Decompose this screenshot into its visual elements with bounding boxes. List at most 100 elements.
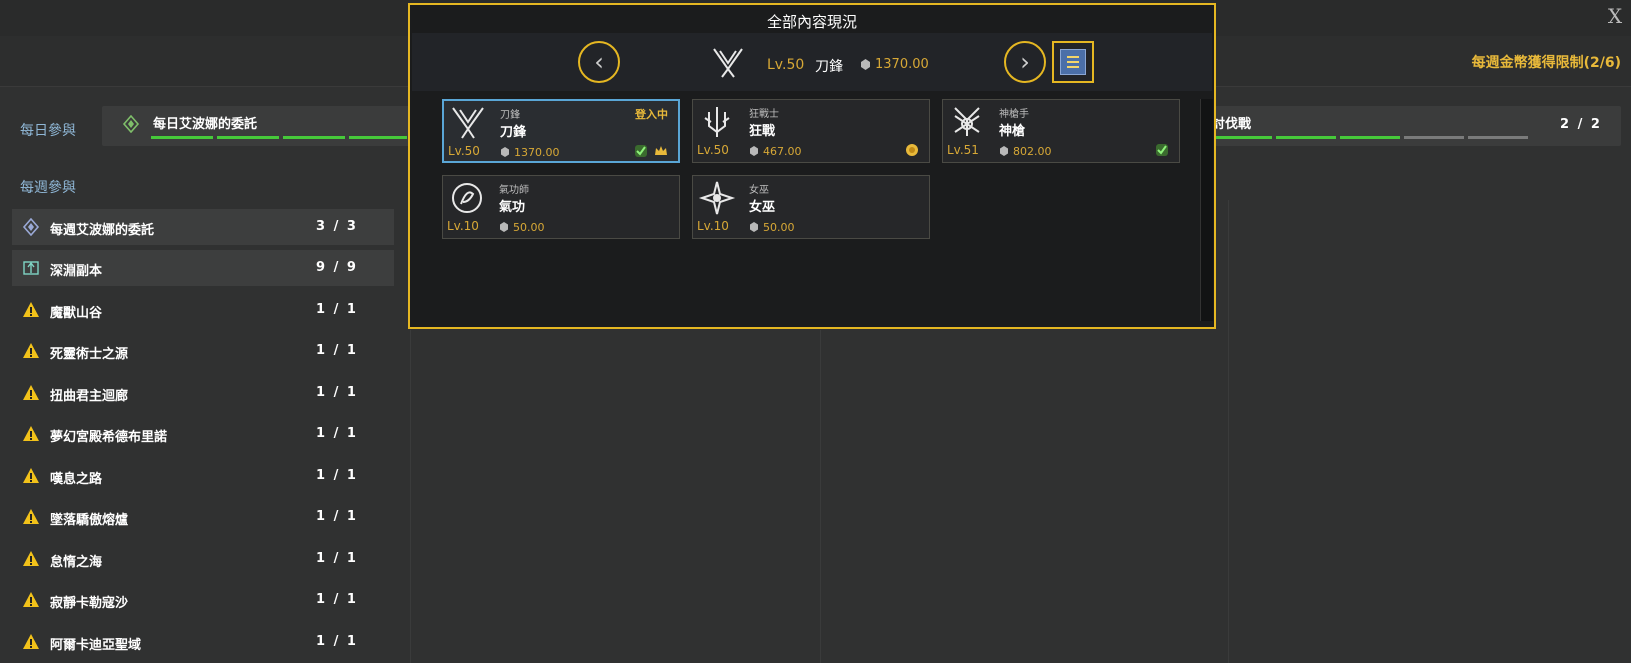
blade-class-icon	[713, 48, 743, 78]
prev-character-button[interactable]: ‹	[578, 41, 620, 83]
character-class: 氣功師	[499, 185, 529, 196]
chevron-left-icon: ‹	[594, 48, 604, 76]
weekly-gold-limit: 每週金幣獲得限制(2/6)	[1471, 55, 1621, 71]
warning-icon	[23, 302, 39, 317]
column-divider	[410, 330, 411, 663]
weekly-item-name: 阿爾卡迪亞聖域	[50, 638, 142, 653]
character-level: Lv.51	[947, 143, 979, 157]
abyss-icon	[23, 261, 39, 275]
weekly-list-item[interactable]: 死靈術士之源 1 / 1	[12, 333, 394, 369]
character-card[interactable]: 女巫 女巫 Lv.10 50.00	[692, 175, 930, 239]
item-level-icon	[501, 147, 509, 157]
item-level-icon	[750, 146, 758, 156]
warning-icon	[23, 385, 39, 400]
weekly-item-name: 深淵副本	[50, 264, 103, 279]
weekly-list-item[interactable]: 夢幻宮殿希德布里諾 1 / 1	[12, 416, 394, 452]
modal-title: 全部內容現況	[766, 13, 857, 31]
character-list-scrollbar[interactable]	[1200, 99, 1213, 321]
weekly-item-count: 1 / 1	[316, 343, 358, 358]
character-item-level: 50.00	[513, 221, 545, 234]
check-icon	[635, 145, 647, 157]
weekly-list-item[interactable]: 阿爾卡迪亞聖域 1 / 1	[12, 624, 394, 660]
soulfist-class-icon	[452, 183, 482, 213]
weekly-item-count: 1 / 1	[316, 302, 358, 317]
weekly-item-name: 寂靜卡勒寇沙	[50, 596, 129, 611]
weekly-item-name: 扭曲君主迴廊	[50, 389, 129, 404]
daily-progress-segment	[217, 136, 279, 139]
weekly-list-item[interactable]: 寂靜卡勒寇沙 1 / 1	[12, 582, 394, 618]
character-name: 氣功	[499, 200, 526, 215]
weekly-item-name: 魔獸山谷	[50, 306, 103, 321]
character-class: 女巫	[749, 185, 769, 196]
sorceress-class-icon	[698, 181, 736, 215]
weekly-item-name: 每週艾波娜的委託	[50, 223, 155, 238]
column-divider	[1228, 200, 1229, 663]
modal-character-header: ‹ Lv.50 刀鋒 1370.00 ›	[412, 33, 1212, 91]
weekly-item-count: 1 / 1	[316, 509, 358, 524]
warning-icon	[23, 634, 39, 649]
blade-class-icon	[452, 107, 484, 139]
character-level: Lv.50	[697, 143, 729, 157]
warning-icon	[23, 468, 39, 483]
column-divider	[820, 330, 821, 663]
character-level: Lv.10	[447, 219, 479, 233]
weekly-item-count: 1 / 1	[316, 592, 358, 607]
weekly-item-name: 夢幻宮殿希德布里諾	[50, 430, 168, 445]
daily-title: 每日艾波娜的委託	[153, 117, 258, 132]
daily-right-progress-segment	[1340, 136, 1400, 139]
item-level-icon	[500, 222, 508, 232]
weekly-item-count: 3 / 3	[316, 219, 358, 234]
weekly-list-item[interactable]: 魔獸山谷 1 / 1	[12, 292, 394, 328]
character-item-level: 50.00	[763, 221, 795, 234]
weekly-item-count: 1 / 1	[316, 385, 358, 400]
character-card[interactable]: 神槍手 神槍 Lv.51 802.00	[942, 99, 1180, 163]
list-icon	[1060, 49, 1086, 75]
warning-icon	[23, 509, 39, 524]
character-card[interactable]: 刀鋒 刀鋒 登入中 Lv.50 1370.00	[442, 99, 680, 163]
weekly-item-count: 9 / 9	[316, 260, 358, 275]
weekly-item-count: 1 / 1	[316, 634, 358, 649]
epona-icon	[22, 218, 40, 236]
item-level-icon	[861, 59, 870, 70]
daily-progress-segment	[349, 136, 407, 139]
epona-icon	[122, 115, 140, 133]
weekly-list-item[interactable]: 深淵副本 9 / 9	[12, 250, 394, 286]
next-character-button[interactable]: ›	[1004, 41, 1046, 83]
close-button[interactable]: X	[1605, 6, 1625, 26]
character-name: 神槍	[999, 124, 1026, 139]
character-list-menu-button[interactable]	[1052, 41, 1094, 83]
character-item-level: 467.00	[763, 145, 802, 158]
warning-icon	[23, 551, 39, 566]
weekly-item-name: 怠惰之海	[50, 555, 103, 570]
berserker-class-icon	[704, 107, 730, 137]
crown-icon	[655, 146, 667, 155]
weekly-list-item[interactable]: 嘆息之路 1 / 1	[12, 458, 394, 494]
weekly-list-item[interactable]: 怠惰之海 1 / 1	[12, 541, 394, 577]
weekly-item-count: 1 / 1	[316, 468, 358, 483]
weekly-list-item[interactable]: 扭曲君主迴廊 1 / 1	[12, 375, 394, 411]
character-level: Lv.50	[448, 144, 480, 158]
warning-icon	[23, 592, 39, 607]
character-item-level: 802.00	[1013, 145, 1052, 158]
gold-coin-icon	[906, 144, 918, 156]
login-status: 登入中	[635, 108, 668, 121]
weekly-list-item[interactable]: 每週艾波娜的委託 3 / 3	[12, 209, 394, 245]
warning-icon	[23, 426, 39, 441]
character-class: 刀鋒	[500, 110, 520, 121]
chevron-right-icon: ›	[1020, 48, 1030, 76]
daily-right-count: 2 / 2	[1560, 117, 1602, 132]
daily-section-label: 每日參與	[20, 123, 76, 139]
weekly-item-count: 1 / 1	[316, 551, 358, 566]
weekly-list-item[interactable]: 墜落驕傲熔爐 1 / 1	[12, 499, 394, 535]
item-level-icon	[750, 222, 758, 232]
item-level-icon	[1000, 146, 1008, 156]
daily-progress-segment	[151, 136, 213, 139]
character-class: 神槍手	[999, 109, 1029, 120]
current-character-item-level: 1370.00	[875, 57, 929, 72]
gunslinger-class-icon	[954, 107, 980, 136]
character-card[interactable]: 氣功師 氣功 Lv.10 50.00	[442, 175, 680, 239]
all-content-status-modal: 全部內容現況 ‹ Lv.50 刀鋒 1370.00 › 刀鋒 刀鋒 登入中 Lv…	[408, 3, 1216, 329]
character-item-level: 1370.00	[514, 146, 560, 159]
character-card[interactable]: 狂戰士 狂戰 Lv.50 467.00	[692, 99, 930, 163]
weekly-section-label: 每週參與	[20, 180, 76, 196]
